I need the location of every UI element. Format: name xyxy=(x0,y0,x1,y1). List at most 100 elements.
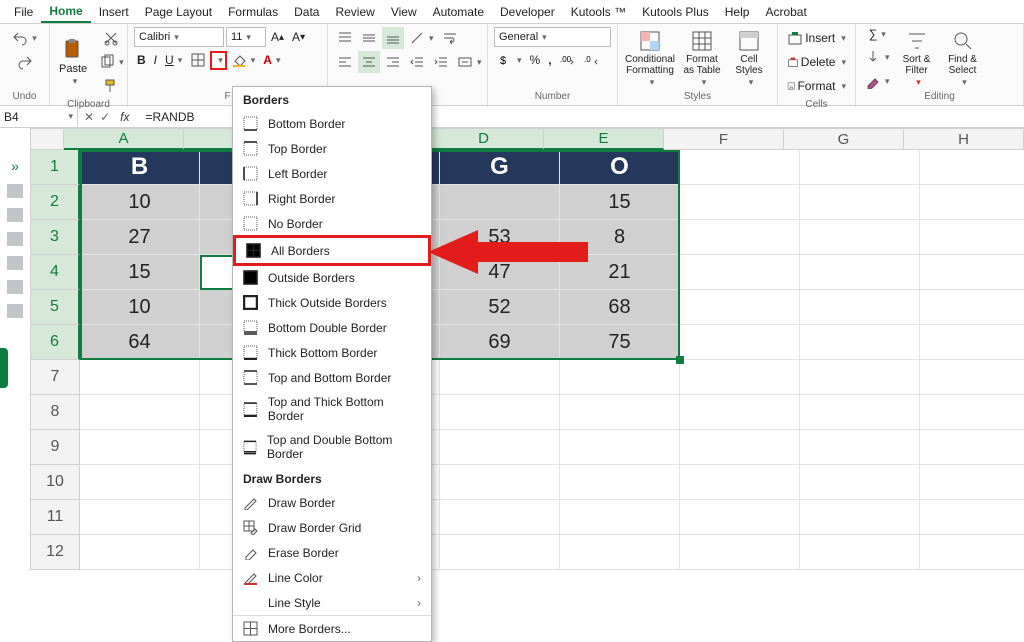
row-header[interactable]: 6 xyxy=(30,325,80,360)
col-header-f[interactable]: F xyxy=(664,128,784,150)
increase-indent-button[interactable] xyxy=(430,51,452,73)
menu-draw-border-grid[interactable]: Draw Border Grid xyxy=(233,515,431,540)
sidestrip-icon[interactable] xyxy=(7,304,23,318)
align-bottom-button[interactable] xyxy=(382,27,404,49)
decrease-indent-button[interactable] xyxy=(406,51,428,73)
align-middle-button[interactable] xyxy=(358,27,380,49)
name-box[interactable]: B4▾ xyxy=(0,106,78,127)
cell[interactable]: 21 xyxy=(560,255,680,290)
menu-left-border[interactable]: Left Border xyxy=(233,161,431,186)
row-header[interactable]: 12 xyxy=(30,535,80,570)
menu-top-and-double-bottom-border[interactable]: Top and Double Bottom Border xyxy=(233,428,431,466)
row-header[interactable]: 2 xyxy=(30,185,80,220)
cell[interactable] xyxy=(440,395,560,430)
cell[interactable] xyxy=(440,430,560,465)
menu-line-style[interactable]: Line Style xyxy=(233,590,431,615)
copy-button[interactable]: ▾ xyxy=(96,51,127,73)
sort-filter-button[interactable]: Sort & Filter▾ xyxy=(895,26,939,91)
menu-kutools-plus[interactable]: Kutools Plus xyxy=(634,2,717,22)
cell[interactable] xyxy=(80,535,200,570)
cell[interactable] xyxy=(560,395,680,430)
italic-button[interactable]: I xyxy=(151,50,160,70)
menu-outside-borders[interactable]: Outside Borders xyxy=(233,265,431,290)
menu-top-and-bottom-border[interactable]: Top and Bottom Border xyxy=(233,365,431,390)
cell[interactable] xyxy=(560,465,680,500)
bold-button[interactable]: B xyxy=(134,50,149,70)
cell[interactable] xyxy=(680,465,800,500)
cell[interactable] xyxy=(440,500,560,535)
menu-thick-bottom-border[interactable]: Thick Bottom Border xyxy=(233,340,431,365)
col-header-e[interactable]: E xyxy=(544,128,664,150)
expand-side-icon[interactable]: » xyxy=(11,158,19,174)
row-header[interactable]: 8 xyxy=(30,395,80,430)
align-top-button[interactable] xyxy=(334,27,356,49)
conditional-formatting-button[interactable]: Conditional Formatting▾ xyxy=(624,26,676,91)
cell[interactable] xyxy=(920,360,1024,395)
cell[interactable] xyxy=(680,395,800,430)
cell[interactable] xyxy=(800,395,920,430)
cell[interactable] xyxy=(560,535,680,570)
menu-review[interactable]: Review xyxy=(327,2,382,22)
cell[interactable] xyxy=(920,535,1024,570)
cell[interactable] xyxy=(80,430,200,465)
cell[interactable] xyxy=(680,535,800,570)
cell[interactable] xyxy=(800,535,920,570)
sidestrip-icon[interactable] xyxy=(7,184,23,198)
menu-home[interactable]: Home xyxy=(41,1,90,23)
decrease-font-button[interactable]: A▾ xyxy=(289,27,308,47)
cell[interactable] xyxy=(920,255,1024,290)
underline-button[interactable]: U▾ xyxy=(162,50,185,70)
row-header[interactable]: 1 xyxy=(30,150,80,185)
cell[interactable] xyxy=(800,255,920,290)
cell[interactable] xyxy=(680,150,800,185)
menu-developer[interactable]: Developer xyxy=(492,2,563,22)
menu-top-and-thick-bottom-border[interactable]: Top and Thick Bottom Border xyxy=(233,390,431,428)
menu-automate[interactable]: Automate xyxy=(425,2,492,22)
row-header[interactable]: 7 xyxy=(30,360,80,395)
cell[interactable]: B xyxy=(80,150,200,185)
cell[interactable] xyxy=(920,290,1024,325)
increase-decimal-button[interactable]: .00 xyxy=(557,49,579,71)
sidestrip-icon[interactable] xyxy=(7,232,23,246)
row-header[interactable]: 10 xyxy=(30,465,80,500)
cell[interactable] xyxy=(680,430,800,465)
cell[interactable] xyxy=(800,465,920,500)
col-header-a[interactable]: A xyxy=(64,128,184,150)
number-format-select[interactable]: General▾ xyxy=(494,27,611,47)
cell[interactable] xyxy=(920,185,1024,220)
sidestrip-icon[interactable] xyxy=(7,256,23,270)
menu-file[interactable]: File xyxy=(6,2,41,22)
undo-button[interactable]: ▾ xyxy=(6,27,43,49)
cell[interactable]: 27 xyxy=(80,220,200,255)
sidestrip-icon[interactable] xyxy=(7,208,23,222)
menu-acrobat[interactable]: Acrobat xyxy=(757,2,814,22)
cell[interactable] xyxy=(680,290,800,325)
cell[interactable] xyxy=(80,465,200,500)
cell[interactable] xyxy=(80,500,200,535)
row-header[interactable]: 9 xyxy=(30,430,80,465)
align-right-button[interactable] xyxy=(382,51,404,73)
cell[interactable] xyxy=(800,430,920,465)
cell[interactable] xyxy=(680,255,800,290)
row-header[interactable]: 4 xyxy=(30,255,80,290)
row-header[interactable]: 3 xyxy=(30,220,80,255)
cell[interactable] xyxy=(680,325,800,360)
cut-button[interactable] xyxy=(96,27,127,49)
cell[interactable] xyxy=(440,465,560,500)
find-select-button[interactable]: Find & Select▾ xyxy=(941,26,985,91)
cell[interactable] xyxy=(920,500,1024,535)
cell[interactable] xyxy=(680,500,800,535)
cell[interactable] xyxy=(800,150,920,185)
format-cells-button[interactable]: Format▾ xyxy=(784,75,849,97)
accounting-format-button[interactable]: $▾ xyxy=(494,49,525,71)
cell[interactable]: 10 xyxy=(80,290,200,325)
menu-page-layout[interactable]: Page Layout xyxy=(137,2,220,22)
menu-erase-border[interactable]: Erase Border xyxy=(233,540,431,565)
menu-kutools[interactable]: Kutools ™ xyxy=(563,2,634,22)
fill-button[interactable]: ▾ xyxy=(862,46,893,68)
cell[interactable] xyxy=(560,500,680,535)
cell[interactable]: 10 xyxy=(80,185,200,220)
wrap-text-button[interactable] xyxy=(439,27,461,49)
orientation-button[interactable]: ▾ xyxy=(406,27,437,49)
sidestrip-icon[interactable] xyxy=(7,280,23,294)
